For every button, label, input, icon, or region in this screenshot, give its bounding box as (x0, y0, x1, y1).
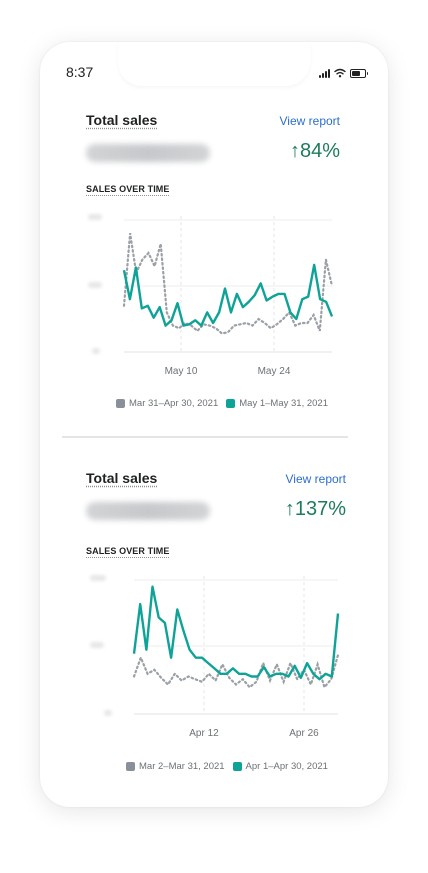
section-title[interactable]: SALES OVER TIME (86, 546, 170, 556)
arrow-up-icon: ↑ (289, 140, 300, 162)
x-tick-label: Apr 12 (189, 728, 219, 739)
chart-legend: Mar 31–Apr 30, 2021 May 1–May 31, 2021 (116, 398, 328, 409)
legend-swatch-teal (232, 762, 242, 771)
y-tick-label-redacted (104, 710, 112, 716)
card-title[interactable]: Total sales (86, 470, 157, 486)
status-bar: 8:37 (40, 42, 388, 102)
status-time: 8:37 (66, 64, 94, 80)
sales-card-2: Total sales View report ↑137% SALES OVER… (40, 442, 388, 782)
phone-frame: 8:37 Total sales View report ↑84% SALES … (40, 42, 388, 807)
status-icons (319, 66, 368, 78)
sales-card-1: Total sales View report ↑84% SALES OVER … (40, 102, 388, 432)
current-period-line (122, 263, 334, 327)
legend-label: Apr 1–Apr 30, 2021 (245, 761, 328, 772)
sales-change-percent: ↑137% (285, 498, 346, 521)
y-tick-label-redacted (88, 214, 102, 220)
x-tick-label: Apr 26 (289, 728, 319, 739)
sales-chart-2[interactable]: Apr 12 Apr 26 (86, 564, 344, 742)
legend-label: Mar 31–Apr 30, 2021 (129, 398, 219, 409)
legend-item-current[interactable]: Apr 1–Apr 30, 2021 (232, 761, 328, 772)
chart-legend: Mar 2–Mar 31, 2021 Apr 1–Apr 30, 2021 (126, 761, 328, 772)
sales-chart-1[interactable]: May 10 May 24 (86, 202, 344, 377)
sales-change-value: 137% (294, 498, 346, 520)
legend-swatch-gray (126, 762, 135, 771)
card-title[interactable]: Total sales (86, 112, 157, 128)
view-report-link[interactable]: View report (286, 472, 346, 486)
sales-change-value: 84% (299, 140, 340, 162)
y-tick-label-redacted (90, 575, 106, 581)
card-divider (62, 436, 348, 438)
y-tick-label-redacted (90, 642, 104, 648)
y-tick-label-redacted (88, 282, 102, 288)
current-period-line (132, 585, 340, 681)
x-tick-label: May 24 (258, 366, 291, 377)
total-sales-value-redacted (86, 502, 210, 520)
section-title[interactable]: SALES OVER TIME (86, 184, 170, 194)
wifi-icon (334, 68, 346, 78)
legend-label: May 1–May 31, 2021 (239, 398, 328, 409)
y-tick-label-redacted (92, 348, 100, 354)
battery-icon (350, 69, 368, 78)
sales-change-percent: ↑84% (290, 140, 340, 163)
legend-item-current[interactable]: May 1–May 31, 2021 (226, 398, 328, 409)
phone-notch (118, 42, 310, 86)
total-sales-value-redacted (86, 144, 210, 162)
legend-label: Mar 2–Mar 31, 2021 (139, 761, 225, 772)
legend-item-previous[interactable]: Mar 31–Apr 30, 2021 (116, 398, 218, 409)
previous-period-line (122, 233, 334, 335)
x-tick-label: May 10 (165, 366, 198, 377)
signal-icon (319, 68, 330, 78)
legend-item-previous[interactable]: Mar 2–Mar 31, 2021 (126, 761, 225, 772)
legend-swatch-gray (116, 399, 125, 408)
arrow-up-icon: ↑ (284, 498, 295, 520)
view-report-link[interactable]: View report (280, 114, 340, 128)
legend-swatch-teal (226, 399, 236, 408)
